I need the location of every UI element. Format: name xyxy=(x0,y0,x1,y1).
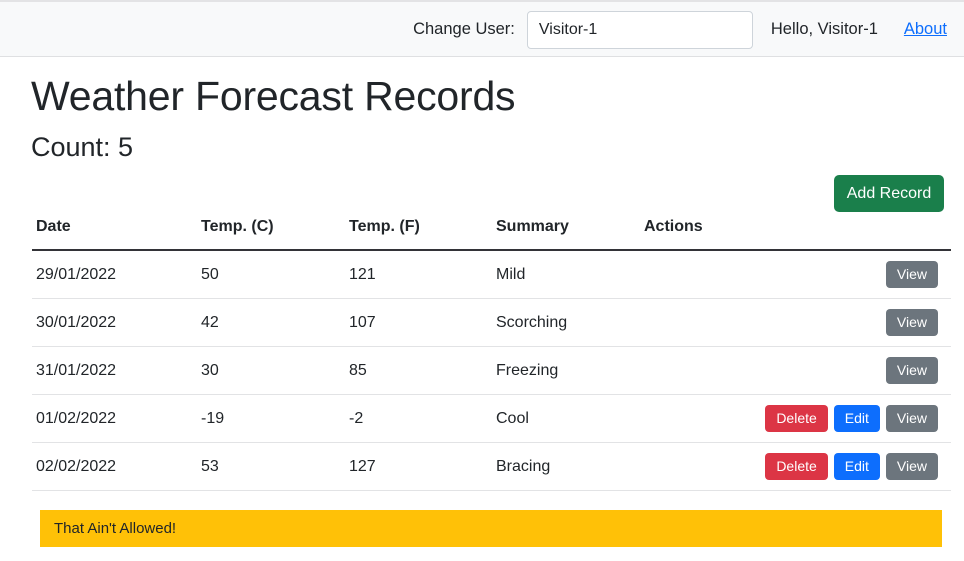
cell-actions: Delete Edit View xyxy=(640,394,951,443)
view-button[interactable]: View xyxy=(885,261,938,288)
column-header-temp-c: Temp. (C) xyxy=(197,218,345,251)
table-row: 29/01/2022 50 121 Mild View xyxy=(32,250,951,299)
view-button[interactable]: View xyxy=(885,357,938,384)
edit-button[interactable]: Edit xyxy=(833,405,880,432)
table-header-row: Date Temp. (C) Temp. (F) Summary Actions xyxy=(32,218,951,251)
table-body: 29/01/2022 50 121 Mild View 30/01/2022 42 107 Sc… xyxy=(32,250,951,491)
table-row: 02/02/2022 53 127 Bracing Delete Edit View xyxy=(32,442,951,491)
record-count: Count: 5 xyxy=(31,132,134,162)
cell-temp-f: -2 xyxy=(345,394,492,443)
cell-temp-f: 121 xyxy=(345,250,492,299)
cell-summary: Cool xyxy=(492,394,640,443)
cell-temp-f: 85 xyxy=(345,346,492,395)
cell-date: 02/02/2022 xyxy=(32,442,197,491)
about-link[interactable]: About xyxy=(904,20,947,39)
view-button[interactable]: View xyxy=(885,453,938,480)
delete-button[interactable]: Delete xyxy=(765,405,828,432)
greeting-text: Hello, Visitor-1 xyxy=(770,20,878,38)
edit-button[interactable]: Edit xyxy=(833,453,880,480)
cell-date: 29/01/2022 xyxy=(32,250,197,299)
change-user-input[interactable] xyxy=(526,10,753,49)
cell-date: 31/01/2022 xyxy=(32,346,197,395)
cell-temp-c: 50 xyxy=(197,250,345,299)
cell-date: 30/01/2022 xyxy=(32,298,197,347)
cell-temp-c: 42 xyxy=(197,298,345,347)
table-row: 01/02/2022 -19 -2 Cool Delete Edit View xyxy=(32,394,951,443)
cell-date: 01/02/2022 xyxy=(32,394,197,443)
change-user-label: Change User: xyxy=(413,20,515,38)
navbar-right-group: Change User: Hello, Visitor-1 About xyxy=(413,2,947,57)
page-title: Weather Forecast Records xyxy=(31,73,516,119)
warning-alert: That Ain't Allowed! xyxy=(40,510,942,547)
view-button[interactable]: View xyxy=(885,405,938,432)
column-header-summary: Summary xyxy=(492,218,640,251)
table-row: 31/01/2022 30 85 Freezing View xyxy=(32,346,951,395)
add-record-button[interactable]: Add Record xyxy=(834,175,944,212)
cell-temp-c: 30 xyxy=(197,346,345,395)
cell-actions: View xyxy=(640,298,951,347)
view-button[interactable]: View xyxy=(885,309,938,336)
cell-summary: Scorching xyxy=(492,298,640,347)
table-header: Date Temp. (C) Temp. (F) Summary Actions xyxy=(32,218,951,251)
cell-temp-c: -19 xyxy=(197,394,345,443)
column-header-date: Date xyxy=(32,218,197,251)
cell-temp-c: 53 xyxy=(197,442,345,491)
top-navbar: Change User: Hello, Visitor-1 About xyxy=(0,0,964,57)
cell-temp-f: 127 xyxy=(345,442,492,491)
cell-actions: Delete Edit View xyxy=(640,442,951,491)
cell-summary: Freezing xyxy=(492,346,640,395)
column-header-actions: Actions xyxy=(640,218,951,251)
table-row: 30/01/2022 42 107 Scorching View xyxy=(32,298,951,347)
cell-actions: View xyxy=(640,250,951,299)
delete-button[interactable]: Delete xyxy=(765,453,828,480)
cell-actions: View xyxy=(640,346,951,395)
cell-summary: Mild xyxy=(492,250,640,299)
records-table: Date Temp. (C) Temp. (F) Summary Actions… xyxy=(32,218,951,491)
cell-summary: Bracing xyxy=(492,442,640,491)
column-header-temp-f: Temp. (F) xyxy=(345,218,492,251)
cell-temp-f: 107 xyxy=(345,298,492,347)
